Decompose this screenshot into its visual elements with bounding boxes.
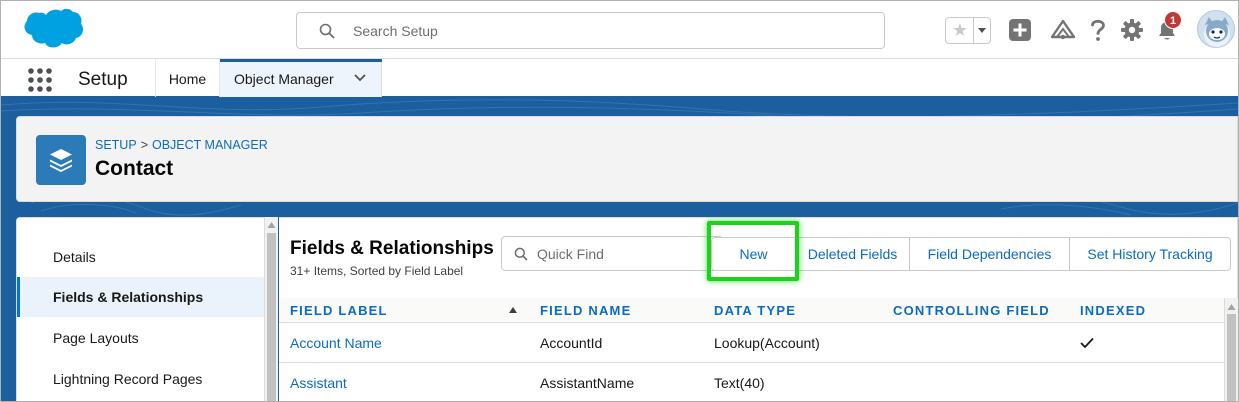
object-header: SETUP > OBJECT MANAGER Contact — [16, 116, 1238, 202]
breadcrumb-setup[interactable]: SETUP — [95, 138, 137, 152]
app-name: Setup — [78, 69, 128, 90]
column-indexed[interactable]: INDEXED — [1080, 298, 1146, 323]
column-data-type[interactable]: DATA TYPE — [714, 298, 796, 323]
new-button[interactable]: New — [711, 237, 796, 271]
trailhead-icon[interactable] — [1049, 16, 1077, 44]
page-title: Contact — [95, 157, 174, 180]
notification-badge: 1 — [1164, 11, 1182, 29]
add-icon[interactable] — [1006, 16, 1034, 44]
tab-object-manager[interactable]: Object Manager — [220, 59, 382, 97]
quick-find-input[interactable] — [537, 238, 717, 269]
scroll-up-icon[interactable] — [1227, 303, 1236, 311]
scrollbar-thumb[interactable] — [267, 233, 276, 401]
checkmark-icon — [1080, 337, 1094, 349]
table-header: FIELD LABEL FIELD NAME DATA TYPE CONTROL… — [279, 298, 1224, 323]
sidebar-item-lightning-record-pages[interactable]: Lightning Record Pages — [17, 359, 264, 399]
panel-subtitle: 31+ Items, Sorted by Field Label — [290, 264, 464, 278]
fields-panel: Fields & Relationships 31+ Items, Sorted… — [279, 217, 1238, 401]
favorites-control[interactable]: ★ — [945, 17, 991, 44]
sort-ascending-icon[interactable] — [508, 306, 518, 314]
field-dependencies-button[interactable]: Field Dependencies — [909, 237, 1070, 271]
help-icon[interactable] — [1084, 16, 1112, 44]
field-label-link[interactable]: Assistant — [290, 363, 347, 401]
sidebar-item-page-layouts[interactable]: Page Layouts — [17, 318, 264, 358]
scrollbar-thumb[interactable] — [1227, 314, 1236, 401]
sidebar-scrollbar[interactable] — [264, 217, 278, 401]
avatar[interactable] — [1197, 10, 1235, 48]
favorite-star-icon[interactable]: ★ — [948, 19, 972, 42]
table-row: Account Name AccountId Lookup(Account) — [279, 323, 1224, 363]
app-launcher-icon[interactable] — [27, 67, 53, 93]
column-field-name[interactable]: FIELD NAME — [540, 298, 631, 323]
breadcrumb-separator: > — [140, 138, 148, 152]
gear-icon[interactable] — [1118, 16, 1146, 44]
salesforce-logo[interactable] — [19, 7, 85, 53]
set-history-tracking-button[interactable]: Set History Tracking — [1069, 237, 1231, 271]
tab-home[interactable]: Home — [155, 59, 220, 97]
deleted-fields-button[interactable]: Deleted Fields — [795, 237, 910, 271]
field-name: AssistantName — [540, 375, 635, 391]
sidebar-item-details[interactable]: Details — [17, 237, 264, 277]
data-type: Text(40) — [714, 375, 765, 391]
active-tab-indicator — [220, 59, 382, 62]
search-icon — [514, 247, 528, 261]
layers-icon — [50, 149, 72, 172]
tab-object-manager-label: Object Manager — [234, 71, 334, 87]
field-label-link[interactable]: Account Name — [290, 323, 382, 363]
table-row: Assistant AssistantName Text(40) — [279, 363, 1224, 401]
field-name: AccountId — [540, 335, 603, 351]
astro-avatar-icon — [1204, 17, 1230, 47]
search-input[interactable] — [353, 14, 873, 47]
breadcrumb-object-manager[interactable]: OBJECT MANAGER — [152, 138, 268, 152]
breadcrumb: SETUP > OBJECT MANAGER — [95, 138, 268, 152]
table-scrollbar[interactable] — [1224, 298, 1238, 401]
panel-title: Fields & Relationships — [290, 238, 494, 259]
object-manager-icon — [36, 135, 86, 185]
app-window: ★ — [0, 0, 1239, 402]
global-header: ★ — [1, 1, 1238, 59]
search-icon — [319, 23, 335, 39]
column-controlling-field[interactable]: CONTROLLING FIELD — [893, 298, 1050, 323]
sidebar: Details Fields & Relationships Page Layo… — [16, 217, 264, 401]
global-search[interactable] — [296, 12, 885, 49]
data-type: Lookup(Account) — [714, 335, 820, 351]
sidebar-item-fields-relationships[interactable]: Fields & Relationships — [17, 277, 264, 317]
chevron-down-icon[interactable] — [974, 18, 990, 43]
quick-find[interactable] — [501, 236, 723, 271]
column-field-label[interactable]: FIELD LABEL — [290, 298, 388, 323]
scroll-up-icon[interactable] — [267, 221, 276, 229]
chevron-down-icon[interactable] — [353, 73, 367, 83]
context-bar: Setup Home Object Manager — [1, 59, 1238, 99]
